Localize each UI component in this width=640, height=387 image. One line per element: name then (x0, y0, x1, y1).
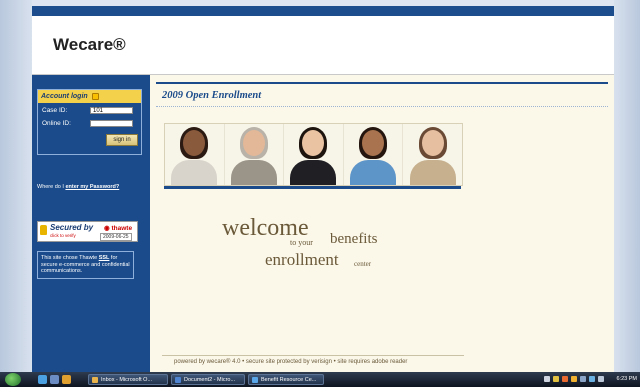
taskbar-item-label: Inbox - Microsoft O... (101, 377, 153, 383)
brand-logo[interactable]: Wecare® (53, 35, 126, 55)
sign-in-button[interactable]: sign in (106, 134, 138, 146)
ssl-note-pre: This site chose Thawte (41, 255, 98, 261)
forgot-password: Where do I enter my Password? (37, 184, 119, 190)
person-photo (225, 124, 285, 185)
desktop-icon[interactable] (50, 375, 59, 384)
people-banner (164, 123, 463, 186)
word-icon (175, 377, 181, 383)
lock-icon (91, 92, 99, 100)
taskbar-item-label: Benefit Resource Ce... (261, 377, 317, 383)
ie-icon (252, 377, 258, 383)
thawte-secured-text: Secured by (50, 223, 94, 232)
forgot-password-link[interactable]: enter my Password? (65, 184, 119, 190)
tray-icon[interactable] (571, 376, 577, 382)
taskbar-item[interactable]: Document2 - Micro... (171, 374, 245, 385)
online-id-input[interactable] (90, 120, 133, 127)
to-your-word: to your (290, 238, 313, 247)
banner-underline (164, 186, 461, 189)
login-title: Account login (38, 90, 141, 103)
taskbar-item[interactable]: Benefit Resource Ce... (248, 374, 324, 385)
page-title: 2009 Open Enrollment (162, 90, 262, 101)
sidebar: Account login Case ID: 101 Online ID: si… (32, 75, 150, 372)
divider-dotted (156, 106, 608, 107)
footer-divider (162, 355, 464, 356)
tray-icon[interactable] (562, 376, 568, 382)
forgot-prefix: Where do I (37, 184, 64, 190)
center-word: center (354, 260, 372, 268)
thawte-date: 2009-06-25 (100, 233, 132, 241)
tray-icon[interactable] (580, 376, 586, 382)
top-bar (32, 6, 614, 16)
tray-icon[interactable] (553, 376, 559, 382)
person-photo (284, 124, 344, 185)
browser-page: Wecare® Account login Case ID: 101 Onlin… (32, 6, 614, 372)
tray-icon[interactable] (544, 376, 550, 382)
person-photo (344, 124, 404, 185)
login-panel: Account login Case ID: 101 Online ID: si… (37, 89, 142, 155)
clock[interactable]: 6:23 PM (617, 374, 637, 385)
site-header: Wecare® (32, 16, 614, 75)
ssl-link[interactable]: SSL (99, 255, 110, 261)
benefits-word: benefits (330, 231, 378, 247)
footer-text: powered by wecare® 4.0 • secure site pro… (174, 359, 408, 365)
window-frame-left (0, 0, 32, 372)
start-button[interactable] (5, 373, 21, 386)
ie-icon[interactable] (38, 375, 47, 384)
main-content: 2009 Open Enrollment welcome to your ben… (150, 75, 614, 372)
case-id-input[interactable]: 101 (90, 107, 133, 114)
windows-taskbar: Inbox - Microsoft O... Document2 - Micro… (0, 372, 640, 387)
person-photo (403, 124, 462, 185)
outlook-icon (92, 377, 98, 383)
login-title-text: Account login (41, 93, 88, 100)
thawte-seal[interactable]: Secured by click to verify ◉ thawte 2009… (37, 221, 138, 242)
network-icon[interactable] (589, 376, 595, 382)
taskbar-item-label: Document2 - Micro... (184, 377, 236, 383)
ssl-note: This site chose Thawte SSL for secure e-… (37, 251, 134, 279)
volume-icon[interactable] (598, 376, 604, 382)
padlock-icon (40, 225, 47, 235)
system-tray: 6:23 PM (540, 373, 640, 386)
outlook-icon[interactable] (62, 375, 71, 384)
thawte-brand: thawte (111, 225, 133, 232)
thawte-verify-text: click to verify (50, 233, 76, 238)
taskbar-item[interactable]: Inbox - Microsoft O... (88, 374, 168, 385)
case-id-label: Case ID: (42, 107, 68, 114)
divider (156, 82, 608, 84)
enrollment-word: enrollment (265, 250, 339, 269)
thawte-logo: ◉ thawte (104, 225, 133, 232)
person-photo (165, 124, 225, 185)
window-frame-right (614, 0, 640, 372)
online-id-label: Online ID: (42, 120, 71, 127)
